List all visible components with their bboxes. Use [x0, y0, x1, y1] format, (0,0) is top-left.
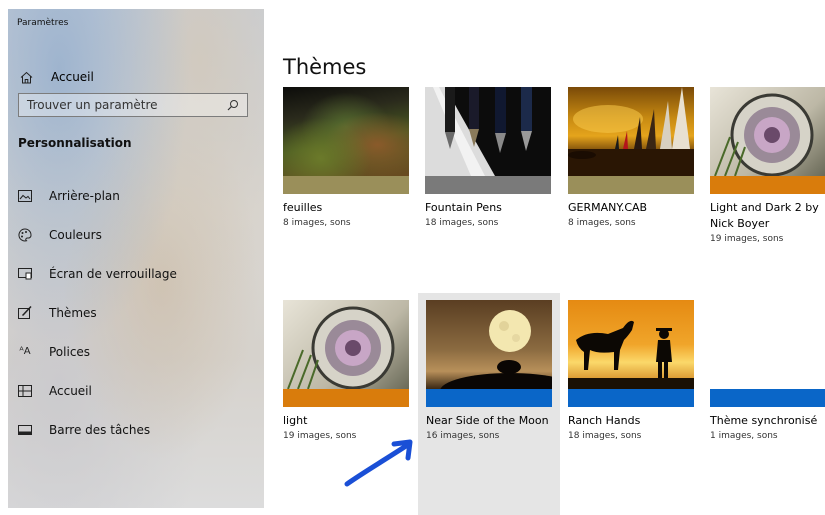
palette-icon: [18, 227, 32, 242]
theme-thumbnail: [710, 87, 825, 176]
sidebar-item-barre-taches[interactable]: Barre des tâches: [18, 410, 258, 449]
theme-name: Thème synchronisé: [710, 414, 818, 427]
theme-name: Fountain Pens: [425, 201, 502, 214]
font-icon: ᴬA: [19, 346, 31, 357]
theme-card-feuilles[interactable]: feuilles 8 images, sons: [283, 87, 409, 228]
brush-icon: [18, 306, 32, 320]
theme-name: Light and Dark 2 by Nick Boyer: [710, 201, 819, 230]
search-icon[interactable]: [227, 96, 239, 115]
app-title: Paramètres: [17, 18, 69, 28]
taskbar-icon: [18, 423, 32, 437]
sidebar-item-couleurs[interactable]: Couleurs: [18, 215, 258, 254]
theme-accent-band: [426, 389, 552, 407]
sidebar-item-label: Thèmes: [49, 305, 97, 320]
horse-cowboy-image: [568, 320, 694, 389]
theme-count: 1 images, sons: [710, 431, 778, 441]
theme-accent-band: [568, 176, 694, 194]
sidebar-item-ecran-verrouillage[interactable]: Écran de verrouillage: [18, 254, 258, 293]
theme-name: Near Side of the Moon: [426, 414, 549, 427]
theme-card-fountain-pens[interactable]: Fountain Pens 18 images, sons: [425, 87, 551, 228]
theme-thumbnail: [568, 87, 694, 176]
theme-accent-band: [568, 389, 694, 407]
theme-thumbnail: [710, 300, 825, 389]
theme-name: GERMANY.CAB: [568, 201, 648, 214]
theme-accent-band: [710, 389, 825, 407]
theme-name: light: [283, 414, 308, 427]
picture-icon: [18, 189, 32, 203]
theme-count: 19 images, sons: [710, 234, 784, 244]
search-input[interactable]: Trouver un paramètre: [18, 93, 248, 117]
theme-card-ranch-hands[interactable]: Ranch Hands 18 images, sons: [568, 300, 694, 441]
search-placeholder: Trouver un paramètre: [27, 98, 158, 112]
theme-card-light-and-dark[interactable]: Light and Dark 2 by Nick Boyer 19 images…: [710, 87, 825, 244]
theme-card-germany[interactable]: GERMANY.CAB 8 images, sons: [568, 87, 694, 228]
sidebar-item-label: Arrière-plan: [49, 188, 120, 203]
sidebar-item-polices[interactable]: ᴬA Polices: [18, 332, 258, 371]
theme-name: feuilles: [283, 201, 323, 214]
lock-screen-icon: [18, 267, 32, 281]
sidebar-item-themes[interactable]: Thèmes: [18, 293, 258, 332]
sidebar-item-arriere-plan[interactable]: Arrière-plan: [18, 176, 258, 215]
sidebar-item-label: Couleurs: [49, 227, 102, 242]
annotation-arrow: [344, 439, 413, 487]
sidebar-item-label: Accueil: [49, 383, 92, 398]
page-title: Thèmes: [283, 55, 367, 79]
theme-thumbnail: [568, 300, 694, 389]
theme-count: 18 images, sons: [425, 218, 499, 228]
flower-wheel-image: [714, 93, 814, 176]
sidebar-nav: Arrière-plan Couleurs Écran de verrouill…: [18, 176, 258, 449]
theme-card-near-side-moon[interactable]: Near Side of the Moon 16 images, sons: [418, 293, 560, 515]
moon-tree-image: [440, 310, 552, 389]
sailboats-image: [568, 87, 694, 176]
theme-accent-band: [710, 176, 825, 194]
theme-thumbnail: [426, 300, 552, 389]
theme-thumbnail: [283, 87, 409, 176]
section-title: Personnalisation: [18, 136, 132, 150]
home-label: Accueil: [51, 70, 94, 84]
flower-wheel-image: [287, 306, 395, 389]
theme-name: Ranch Hands: [568, 414, 641, 427]
theme-thumbnail: [283, 300, 409, 389]
sidebar-item-accueil[interactable]: Accueil: [18, 371, 258, 410]
theme-card-light[interactable]: light 19 images, sons: [283, 300, 409, 441]
fountain-pens-image: [425, 87, 532, 176]
sidebar: Paramètres Accueil Trouver un paramètre …: [8, 9, 264, 508]
sidebar-item-label: Écran de verrouillage: [49, 266, 177, 281]
theme-accent-band: [425, 176, 551, 194]
theme-accent-band: [283, 176, 409, 194]
home-link[interactable]: Accueil: [17, 63, 94, 91]
theme-card-synchronized[interactable]: Thème synchronisé 1 images, sons: [710, 300, 825, 441]
theme-count: 16 images, sons: [426, 431, 500, 441]
sidebar-item-label: Polices: [49, 344, 91, 359]
theme-count: 8 images, sons: [283, 218, 351, 228]
theme-count: 8 images, sons: [568, 218, 636, 228]
home-icon: [17, 71, 35, 84]
sidebar-item-label: Barre des tâches: [49, 422, 151, 437]
start-icon: [18, 384, 32, 398]
theme-thumbnail: [425, 87, 551, 176]
theme-accent-band: [283, 389, 409, 407]
theme-count: 18 images, sons: [568, 431, 642, 441]
